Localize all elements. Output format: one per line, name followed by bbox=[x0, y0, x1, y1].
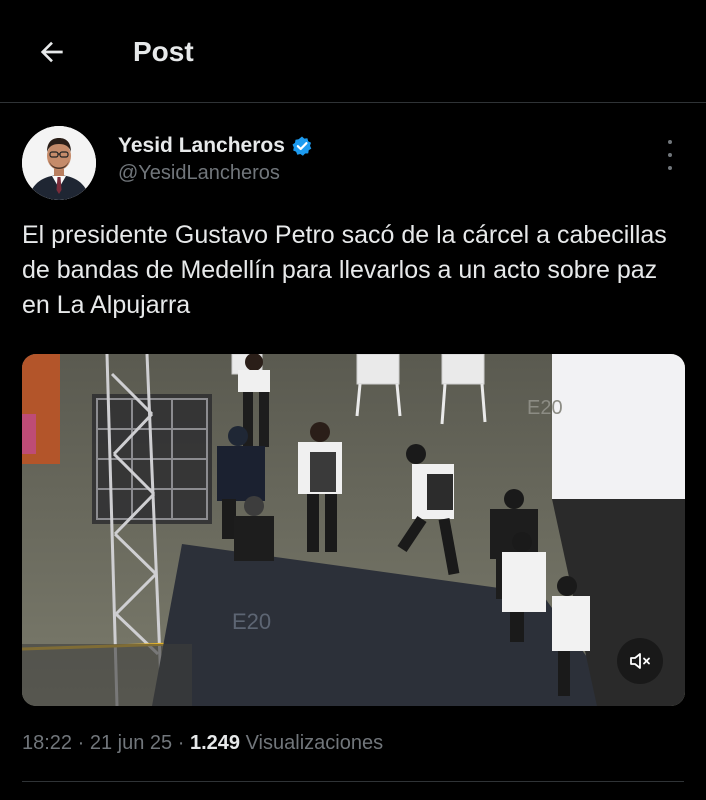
header-divider bbox=[0, 102, 706, 103]
mute-button[interactable] bbox=[617, 638, 663, 684]
arrow-left-icon bbox=[40, 41, 63, 63]
meta-separator: · bbox=[177, 732, 185, 754]
tweet-meta: 18:22 · 21 jun 25 · 1.249 Visualizacione… bbox=[22, 732, 383, 755]
author-name[interactable]: Yesid Lancheros bbox=[118, 134, 285, 158]
post-time[interactable]: 18:22 bbox=[22, 732, 72, 754]
page-title: Post bbox=[133, 36, 194, 67]
meta-divider bbox=[22, 781, 684, 782]
meta-separator: · bbox=[77, 732, 85, 754]
views-label[interactable]: Visualizaciones bbox=[246, 732, 384, 754]
video-player[interactable]: E20 E20 bbox=[22, 354, 685, 706]
watermark-text: E20 bbox=[527, 397, 563, 419]
more-options-button[interactable] bbox=[656, 140, 684, 170]
back-button[interactable] bbox=[30, 30, 74, 74]
profile-photo bbox=[22, 126, 96, 200]
author-handle[interactable]: @YesidLancheros bbox=[118, 162, 280, 185]
author-name-row: Yesid Lancheros bbox=[118, 134, 313, 158]
views-count[interactable]: 1.249 bbox=[190, 732, 240, 754]
more-dot bbox=[668, 153, 672, 157]
avatar[interactable] bbox=[22, 126, 96, 200]
tweet-text: El presidente Gustavo Petro sacó de la c… bbox=[22, 221, 667, 319]
speaker-muted-icon bbox=[630, 653, 650, 669]
more-dot bbox=[668, 140, 672, 144]
more-dot bbox=[668, 166, 672, 170]
verified-badge-icon bbox=[292, 136, 312, 156]
post-date[interactable]: 21 jun 25 bbox=[90, 732, 172, 754]
top-bar: Post bbox=[0, 0, 706, 103]
watermark-text: E20 bbox=[232, 609, 271, 634]
video-frame: E20 E20 bbox=[22, 354, 685, 706]
